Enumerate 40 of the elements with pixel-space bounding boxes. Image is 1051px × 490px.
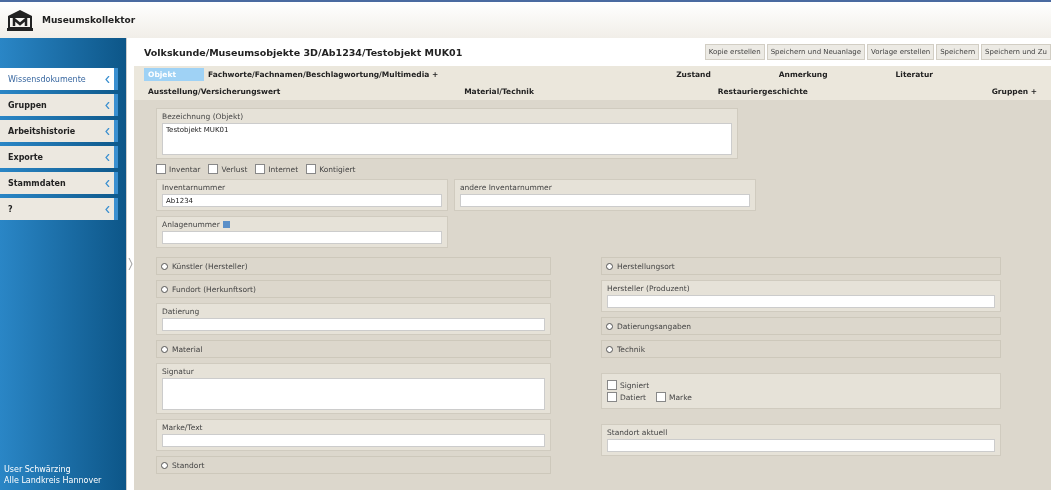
radio-icon: [606, 345, 613, 353]
chevron-icon: [105, 179, 110, 187]
app-title: Museumskollektor: [42, 15, 136, 25]
breadcrumb: Volkskunde/Museumsobjekte 3D/Ab1234/Testobjekt MUK01: [143, 46, 463, 58]
chevron-icon: [105, 127, 110, 135]
radio-icon: [606, 262, 613, 270]
input-field[interactable]: [162, 434, 545, 447]
radio-icon: [161, 461, 168, 469]
text-area[interactable]: [162, 378, 545, 410]
checkbox[interactable]: [255, 164, 266, 174]
checkbox[interactable]: [306, 164, 317, 174]
radio-icon: [161, 262, 168, 270]
sidebar-item[interactable]: Stammdaten: [0, 172, 118, 194]
sidebar-item[interactable]: Arbeitshistorie: [0, 120, 118, 142]
radio-icon: [161, 345, 168, 353]
collapse-icon[interactable]: [128, 258, 133, 270]
input-field[interactable]: [162, 231, 442, 244]
checkbox[interactable]: [156, 164, 166, 174]
sidebar-item[interactable]: Gruppen: [0, 94, 118, 116]
chevron-icon: [105, 75, 110, 83]
input-field[interactable]: [607, 439, 995, 452]
checkbox[interactable]: [607, 380, 617, 390]
sidebar-footer-text: User Schwärzing: [4, 464, 72, 475]
sidebar-item[interactable]: Wissensdokumente: [0, 68, 118, 90]
chevron-icon: [105, 205, 110, 213]
checkbox[interactable]: [656, 392, 667, 402]
sidebar-footer-text: Alle Landkreis Hannover: [4, 475, 103, 486]
museum-logo: [6, 9, 34, 31]
sidebar-item[interactable]: Exporte: [0, 146, 118, 168]
checkbox[interactable]: [208, 164, 219, 174]
radio-icon: [606, 322, 613, 330]
input-field[interactable]: [162, 318, 545, 331]
input-field[interactable]: [460, 194, 750, 207]
sidebar-item[interactable]: ?: [0, 198, 118, 220]
input-field[interactable]: [607, 295, 995, 308]
checkbox[interactable]: [607, 392, 617, 402]
chevron-icon: [105, 101, 110, 109]
chevron-icon: [105, 153, 110, 161]
radio-icon: [161, 285, 168, 293]
info-icon[interactable]: [222, 221, 230, 228]
